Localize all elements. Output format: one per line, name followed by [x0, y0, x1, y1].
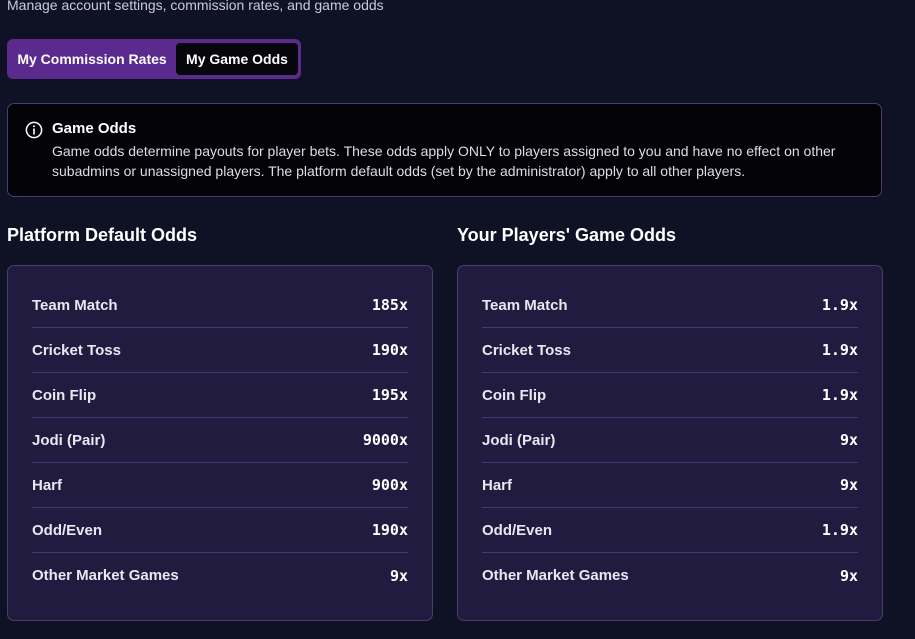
info-title: Game Odds: [52, 120, 137, 137]
odds-value: 190x: [371, 341, 408, 359]
odds-game-name: Harf: [32, 476, 63, 494]
odds-value: 195x: [371, 386, 408, 404]
odds-row: Coin Flip 1.9x: [482, 373, 858, 418]
odds-value: 185x: [371, 296, 408, 314]
odds-game-name: Coin Flip: [32, 386, 97, 404]
odds-value: 1.9x: [821, 296, 858, 314]
odds-value: 9x: [839, 476, 858, 494]
odds-game-name: Coin Flip: [482, 386, 547, 404]
game-odds-info-box: Game Odds Game odds determine payouts fo…: [7, 103, 882, 197]
odds-value: 9x: [839, 566, 858, 585]
odds-game-name: Cricket Toss: [482, 341, 571, 359]
odds-value: 1.9x: [821, 341, 858, 359]
odds-value: 9x: [839, 431, 858, 449]
tab-my-commission-rates[interactable]: My Commission Rates: [10, 43, 174, 75]
odds-game-name: Odd/Even: [482, 521, 553, 539]
info-icon: [25, 121, 43, 139]
odds-row: Cricket Toss 1.9x: [482, 328, 858, 373]
odds-value: 9000x: [362, 431, 408, 449]
odds-game-name: Harf: [482, 476, 513, 494]
odds-game-name: Jodi (Pair): [32, 431, 106, 449]
odds-row: Harf 9x: [482, 463, 858, 508]
odds-row: Other Market Games 9x: [482, 553, 858, 598]
odds-row: Jodi (Pair) 9000x: [32, 418, 408, 463]
odds-value: 1.9x: [821, 386, 858, 404]
odds-value: 190x: [371, 521, 408, 539]
odds-row: Cricket Toss 190x: [32, 328, 408, 373]
odds-game-name: Cricket Toss: [32, 341, 121, 359]
odds-game-name: Other Market Games: [482, 567, 629, 584]
odds-row: Coin Flip 195x: [32, 373, 408, 418]
odds-row: Jodi (Pair) 9x: [482, 418, 858, 463]
odds-row: Harf 900x: [32, 463, 408, 508]
platform-default-odds-title: Platform Default Odds: [7, 225, 198, 245]
odds-row: Odd/Even 1.9x: [482, 508, 858, 553]
odds-value: 900x: [371, 476, 408, 494]
settings-tabs: My Commission Rates My Game Odds: [7, 39, 301, 79]
odds-game-name: Team Match: [32, 296, 118, 314]
platform-default-odds-card: Team Match 185x Cricket Toss 190x Coin F…: [7, 265, 433, 621]
info-description: Game odds determine payouts for player b…: [52, 143, 836, 179]
odds-value: 9x: [389, 566, 408, 585]
odds-row: Team Match 185x: [32, 283, 408, 328]
players-game-odds-title: Your Players' Game Odds: [457, 225, 677, 245]
odds-value: 1.9x: [821, 521, 858, 539]
tab-my-game-odds[interactable]: My Game Odds: [176, 43, 298, 75]
odds-row: Odd/Even 190x: [32, 508, 408, 553]
page-subtitle: Manage account settings, commission rate…: [7, 0, 384, 13]
odds-game-name: Odd/Even: [32, 521, 103, 539]
odds-game-name: Other Market Games: [32, 567, 179, 584]
odds-row: Other Market Games 9x: [32, 553, 408, 598]
odds-row: Team Match 1.9x: [482, 283, 858, 328]
odds-game-name: Team Match: [482, 296, 568, 314]
players-game-odds-card: Team Match 1.9x Cricket Toss 1.9x Coin F…: [457, 265, 883, 621]
odds-game-name: Jodi (Pair): [482, 431, 556, 449]
